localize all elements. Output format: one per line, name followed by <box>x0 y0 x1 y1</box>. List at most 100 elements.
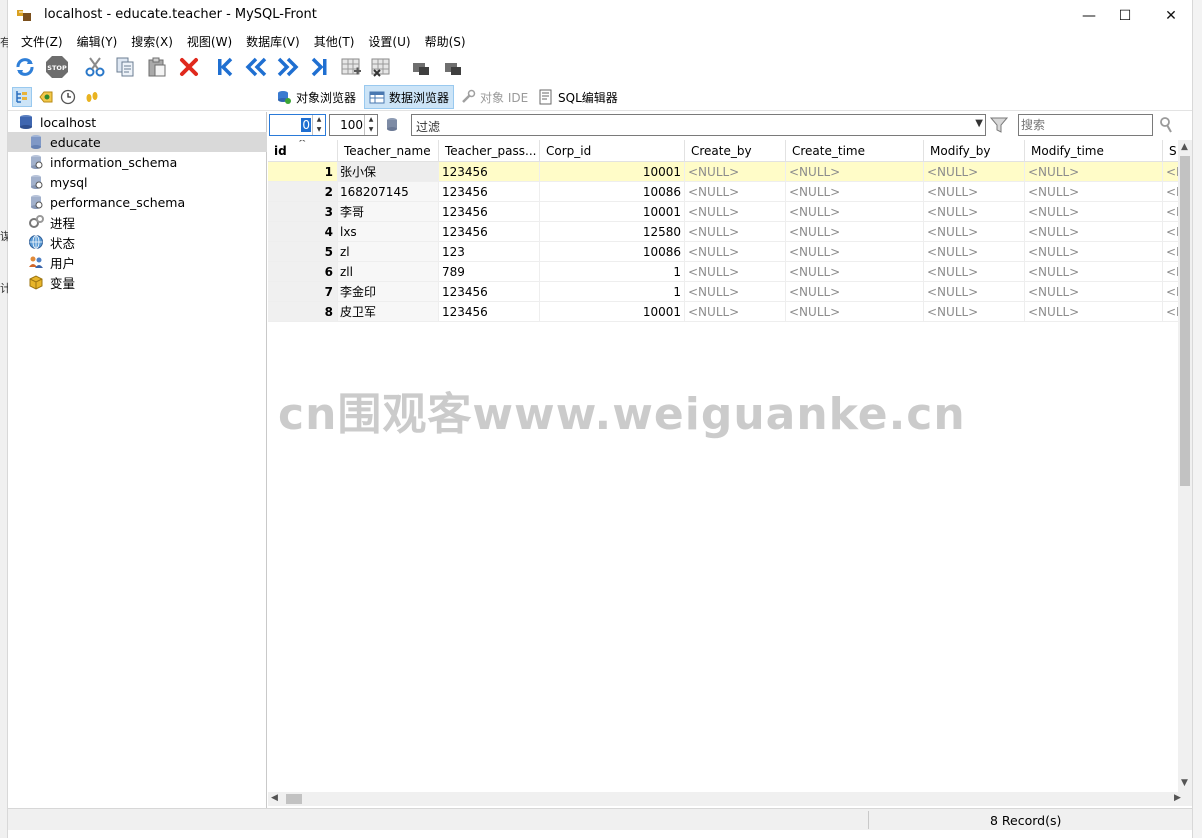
cut-button[interactable] <box>82 54 108 80</box>
cell-modify-by[interactable]: <NULL> <box>924 282 1025 302</box>
cell-create-by[interactable]: <NULL> <box>685 202 786 222</box>
cell-id[interactable]: 2 <box>268 182 338 202</box>
tree-item-variables[interactable]: 变量 <box>8 272 267 292</box>
cell-s[interactable]: <N <box>1163 182 1178 202</box>
horizontal-scrollbar[interactable]: ◀ ▶ <box>268 792 1192 806</box>
delete-button[interactable] <box>176 54 202 80</box>
menu-search[interactable]: 搜索(X) <box>124 33 180 50</box>
cell-id[interactable]: 3 <box>268 202 338 222</box>
cell-modify-time[interactable]: <NULL> <box>1025 262 1163 282</box>
cell-create-by[interactable]: <NULL> <box>685 242 786 262</box>
cell-corp-id[interactable]: 10001 <box>540 162 685 182</box>
cell-teacher-password[interactable]: 123456 <box>439 302 540 322</box>
cell-modify-by[interactable]: <NULL> <box>924 242 1025 262</box>
vertical-scroll-thumb[interactable] <box>1180 156 1190 486</box>
tab-object-ide[interactable]: 对象 IDE <box>456 85 532 109</box>
tab-sql-editor[interactable]: SQL编辑器 <box>534 85 622 109</box>
column-header-id[interactable]: id ^ <box>268 140 338 162</box>
menu-other[interactable]: 其他(T) <box>307 33 362 50</box>
next-button[interactable] <box>274 54 300 80</box>
close-button[interactable]: ✕ <box>1148 0 1194 31</box>
cell-s[interactable]: <N <box>1163 202 1178 222</box>
cell-teacher-password[interactable]: 789 <box>439 262 540 282</box>
cell-id[interactable]: 8 <box>268 302 338 322</box>
table-row[interactable]: 8 皮卫军 123456 10001 <NULL> <NULL> <NULL> <NULL> <… <box>268 302 1178 322</box>
cell-create-time[interactable]: <NULL> <box>786 222 924 242</box>
cell-teacher-name[interactable]: zll <box>338 262 439 282</box>
cell-s[interactable]: <N <box>1163 242 1178 262</box>
cell-corp-id[interactable]: 1 <box>540 262 685 282</box>
cell-corp-id[interactable]: 1 <box>540 282 685 302</box>
cell-teacher-password[interactable]: 123456 <box>439 282 540 302</box>
cell-modify-by[interactable]: <NULL> <box>924 302 1025 322</box>
scroll-down-icon[interactable]: ▼ <box>1181 778 1188 788</box>
cell-teacher-name[interactable]: lxs <box>338 222 439 242</box>
offset-spinner[interactable]: 0 ▲ ▼ <box>269 114 326 136</box>
tree-item-educate[interactable]: educate <box>8 132 267 152</box>
column-header-teacher-name[interactable]: Teacher_name <box>338 140 439 162</box>
post-button[interactable] <box>408 54 434 80</box>
cell-create-time[interactable]: <NULL> <box>786 202 924 222</box>
cell-modify-by[interactable]: <NULL> <box>924 162 1025 182</box>
refresh-button[interactable] <box>12 54 38 80</box>
cell-modify-time[interactable]: <NULL> <box>1025 222 1163 242</box>
tree-item-status[interactable]: 状态 <box>8 232 267 252</box>
apply-filter-button[interactable] <box>989 116 1009 134</box>
column-header-modify-time[interactable]: Modify_time <box>1025 140 1163 162</box>
cell-id[interactable]: 6 <box>268 262 338 282</box>
tree-item-mysql[interactable]: mysql <box>8 172 267 192</box>
history-button[interactable] <box>58 87 78 107</box>
tree-view-button[interactable] <box>12 87 32 107</box>
cell-teacher-password[interactable]: 123456 <box>439 182 540 202</box>
tree-item-localhost[interactable]: localhost <box>8 112 267 132</box>
cell-corp-id[interactable]: 10001 <box>540 302 685 322</box>
filter-combobox[interactable]: 过滤 ▼ <box>411 114 986 136</box>
limit-spinner[interactable]: 100 ▲ ▼ <box>329 114 378 136</box>
previous-button[interactable] <box>244 54 270 80</box>
cell-corp-id[interactable]: 10086 <box>540 242 685 262</box>
tab-data-browser[interactable]: 数据浏览器 <box>364 85 455 109</box>
cell-teacher-name[interactable]: 张小保 <box>338 162 439 182</box>
search-input[interactable] <box>1021 116 1151 134</box>
spinner-arrows[interactable]: ▲ ▼ <box>364 115 377 135</box>
cell-teacher-name[interactable]: 李金印 <box>338 282 439 302</box>
menu-file[interactable]: 文件(Z) <box>14 33 70 50</box>
last-record-button[interactable] <box>306 54 332 80</box>
cell-teacher-name[interactable]: 皮卫军 <box>338 302 439 322</box>
tab-object-browser[interactable]: 对象浏览器 <box>272 85 360 109</box>
menu-database[interactable]: 数据库(V) <box>239 33 307 50</box>
cell-create-by[interactable]: <NULL> <box>685 162 786 182</box>
cell-corp-id[interactable]: 10001 <box>540 202 685 222</box>
table-row[interactable]: 7李金印1234561<NULL><NULL><NULL><NULL><N <box>268 282 1178 302</box>
table-row[interactable]: 3李哥12345610001<NULL><NULL><NULL><NULL><N <box>268 202 1178 222</box>
cell-s[interactable]: <N <box>1163 282 1178 302</box>
first-record-button[interactable] <box>212 54 238 80</box>
cell-create-time[interactable]: <NULL> <box>786 282 924 302</box>
insert-record-button[interactable] <box>338 54 364 80</box>
chevron-down-icon[interactable]: ▼ <box>365 125 377 135</box>
tree-item-information-schema[interactable]: information_schema <box>8 152 267 172</box>
cell-s[interactable]: <N <box>1163 162 1178 182</box>
cell-modify-time[interactable]: <NULL> <box>1025 182 1163 202</box>
scroll-up-icon[interactable]: ▲ <box>1181 142 1188 152</box>
scroll-left-icon[interactable]: ◀ <box>271 793 278 803</box>
cell-create-by[interactable]: <NULL> <box>685 182 786 202</box>
table-row[interactable]: 5zl12310086<NULL><NULL><NULL><NULL><N <box>268 242 1178 262</box>
cell-modify-by[interactable]: <NULL> <box>924 202 1025 222</box>
cell-create-time[interactable]: <NULL> <box>786 262 924 282</box>
cell-create-time[interactable]: <NULL> <box>786 162 924 182</box>
chevron-down-icon[interactable]: ▼ <box>313 125 325 135</box>
scroll-right-icon[interactable]: ▶ <box>1174 793 1181 803</box>
cell-modify-time[interactable]: <NULL> <box>1025 202 1163 222</box>
cell-modify-by[interactable]: <NULL> <box>924 182 1025 202</box>
tree-item-performance-schema[interactable]: performance_schema <box>8 192 267 212</box>
cell-modify-time[interactable]: <NULL> <box>1025 162 1163 182</box>
column-header-create-time[interactable]: Create_time <box>786 140 924 162</box>
cell-id[interactable]: 5 <box>268 242 338 262</box>
cell-id[interactable]: 7 <box>268 282 338 302</box>
copy-button[interactable] <box>112 54 138 80</box>
horizontal-scroll-thumb[interactable] <box>286 794 302 804</box>
cell-modify-time[interactable]: <NULL> <box>1025 302 1163 322</box>
cell-modify-by[interactable]: <NULL> <box>924 222 1025 242</box>
column-header-modify-by[interactable]: Modify_by <box>924 140 1025 162</box>
